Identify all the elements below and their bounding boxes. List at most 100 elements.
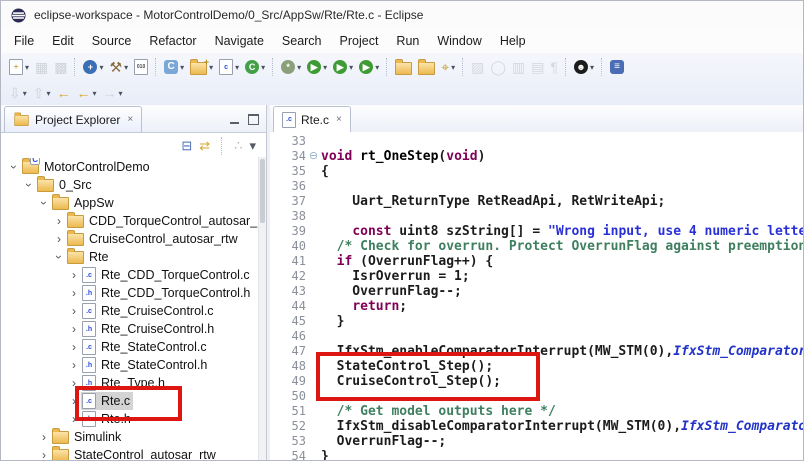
tree-item-simulink[interactable]: ›Simulink: [1, 428, 266, 446]
menu-source[interactable]: Source: [83, 31, 141, 51]
explorer-scrollbar[interactable]: [258, 157, 266, 460]
dropdown-arrow-icon[interactable]: ▾: [209, 63, 213, 72]
menu-project[interactable]: Project: [331, 31, 388, 51]
chevron-collapsed-icon[interactable]: ›: [67, 323, 81, 335]
chevron-collapsed-icon[interactable]: ›: [37, 431, 51, 443]
dropdown-arrow-icon[interactable]: ▾: [124, 63, 128, 72]
code-line-36[interactable]: 36: [270, 179, 803, 194]
code-line-40[interactable]: 40 /* Check for overrun. Protect Overrun…: [270, 239, 803, 254]
code-line-41[interactable]: 41 if (OverrunFlag++) {: [270, 254, 803, 269]
chevron-expanded-icon[interactable]: ›: [23, 178, 35, 192]
tree-item-rte-statecontrol-h[interactable]: ›.hRte_StateControl.h: [1, 356, 266, 374]
tree-item-appsw[interactable]: ›AppSw: [1, 194, 266, 212]
build-hammer-icon[interactable]: ⚒▾: [108, 56, 131, 78]
link-with-editor-icon[interactable]: ⇄: [199, 139, 210, 152]
code-line-53[interactable]: 53 OverrunFlag--;: [270, 434, 803, 449]
code-line-33[interactable]: 33: [270, 134, 803, 149]
tree-item-statecontrol-autosar-rtw[interactable]: ›StateControl_autosar_rtw: [1, 446, 266, 460]
open-folder-icon[interactable]: [416, 56, 437, 78]
menu-help[interactable]: Help: [491, 31, 535, 51]
scrollbar-thumb[interactable]: [260, 159, 265, 223]
menu-file[interactable]: File: [5, 31, 43, 51]
dropdown-arrow-icon[interactable]: ▾: [99, 63, 103, 72]
chevron-collapsed-icon[interactable]: ›: [67, 305, 81, 317]
dropdown-arrow-icon[interactable]: ▾: [375, 63, 379, 72]
tree-item-cruisecontrol-autosar-rtw[interactable]: ›CruiseControl_autosar_rtw: [1, 230, 266, 248]
dropdown-arrow-icon[interactable]: ▾: [235, 63, 239, 72]
chevron-collapsed-icon[interactable]: ›: [67, 377, 81, 389]
code-line-49[interactable]: 49 CruiseControl_Step();: [270, 374, 803, 389]
menu-search[interactable]: Search: [273, 31, 331, 51]
search-flashlight-icon[interactable]: ⌖▾: [439, 56, 457, 78]
chevron-collapsed-icon[interactable]: ›: [67, 269, 81, 281]
close-icon[interactable]: ×: [127, 114, 133, 125]
code-line-54[interactable]: 54}: [270, 449, 803, 460]
dropdown-arrow-icon[interactable]: ▾: [93, 89, 97, 98]
dropdown-arrow-icon[interactable]: ▾: [349, 63, 353, 72]
new-c-file-icon[interactable]: c▾: [217, 56, 241, 78]
tree-item-rte-type-h[interactable]: ›.hRte_Type.h: [1, 374, 266, 392]
run-icon[interactable]: ▶▾: [305, 56, 329, 78]
new-wizard-icon[interactable]: +▾: [7, 56, 31, 78]
dropdown-arrow-icon[interactable]: ▾: [46, 89, 50, 98]
dropdown-arrow-icon[interactable]: ▾: [119, 89, 123, 98]
code-line-38[interactable]: 38: [270, 209, 803, 224]
new-c-project-icon[interactable]: C▾: [162, 56, 186, 78]
tree-item-rte-cdd-torquecontrol-c[interactable]: ›.cRte_CDD_TorqueControl.c: [1, 266, 266, 284]
code-line-50[interactable]: 50: [270, 389, 803, 404]
code-area[interactable]: 3334⊖void rt_OneStep(void)35{3637 Uart_R…: [270, 132, 803, 460]
chevron-expanded-icon[interactable]: ›: [8, 160, 20, 174]
profile-icon[interactable]: ▶▾: [357, 56, 381, 78]
menu-window[interactable]: Window: [428, 31, 490, 51]
new-class-icon[interactable]: C▾: [243, 56, 267, 78]
dropdown-arrow-icon[interactable]: ▾: [590, 63, 594, 72]
code-line-43[interactable]: 43 OverrunFlag--;: [270, 284, 803, 299]
code-line-34[interactable]: 34⊖void rt_OneStep(void): [270, 149, 803, 164]
tree-item-0-src[interactable]: ›0_Src: [1, 176, 266, 194]
minimize-view-icon[interactable]: [230, 115, 239, 124]
menu-navigate[interactable]: Navigate: [206, 31, 273, 51]
view-dropdown-icon[interactable]: ▾: [249, 139, 256, 152]
binary-file-icon[interactable]: 010: [132, 56, 150, 78]
close-icon[interactable]: ×: [336, 114, 342, 125]
debug-icon[interactable]: *▾: [279, 56, 303, 78]
view-menu-icon[interactable]: ∴: [234, 139, 242, 152]
dropdown-arrow-icon[interactable]: ▾: [25, 63, 29, 72]
chevron-collapsed-icon[interactable]: ›: [67, 341, 81, 353]
menu-refactor[interactable]: Refactor: [140, 31, 205, 51]
code-line-35[interactable]: 35{: [270, 164, 803, 179]
code-line-52[interactable]: 52 IfxStm_disableComparatorInterrupt(MW_…: [270, 419, 803, 434]
chevron-collapsed-icon[interactable]: ›: [67, 287, 81, 299]
code-line-48[interactable]: 48 StateControl_Step();: [270, 359, 803, 374]
back-icon[interactable]: ←▾: [75, 82, 99, 104]
menu-run[interactable]: Run: [387, 31, 428, 51]
tree-item-rte-cruisecontrol-c[interactable]: ›.cRte_CruiseControl.c: [1, 302, 266, 320]
code-line-39[interactable]: 39 const uint8 szString[] = "Wrong input…: [270, 224, 803, 239]
code-line-46[interactable]: 46: [270, 329, 803, 344]
tree-item-cdd-torquecontrol-autosar[interactable]: ›CDD_TorqueControl_autosar_: [1, 212, 266, 230]
dropdown-arrow-icon[interactable]: ▾: [297, 63, 301, 72]
last-edit-location-icon[interactable]: ←: [55, 82, 73, 104]
tree-item-rte[interactable]: ›Rte: [1, 248, 266, 266]
chevron-expanded-icon[interactable]: ›: [38, 196, 50, 210]
dropdown-arrow-icon[interactable]: ▾: [23, 89, 27, 98]
chevron-collapsed-icon[interactable]: ›: [52, 233, 66, 245]
code-line-45[interactable]: 45 }: [270, 314, 803, 329]
tree-item-rte-h[interactable]: ›.hRte.h: [1, 410, 266, 428]
tab-project-explorer[interactable]: Project Explorer ×: [4, 106, 142, 132]
chevron-expanded-icon[interactable]: ›: [53, 250, 65, 264]
chevron-collapsed-icon[interactable]: ›: [67, 413, 81, 425]
tree-item-rte-statecontrol-c[interactable]: ›.cRte_StateControl.c: [1, 338, 266, 356]
code-line-37[interactable]: 37 Uart_ReturnType RetReadApi, RetWriteA…: [270, 194, 803, 209]
open-project-folder-icon[interactable]: [393, 56, 414, 78]
user-account-icon[interactable]: ☻▾: [572, 56, 596, 78]
new-c-folder-icon[interactable]: +▾: [188, 56, 215, 78]
chevron-collapsed-icon[interactable]: ›: [52, 215, 66, 227]
terminal-console-icon[interactable]: ≡: [608, 56, 626, 78]
fold-collapse-icon[interactable]: ⊖: [306, 149, 321, 164]
compass-launch-icon[interactable]: +▾: [81, 56, 105, 78]
dropdown-arrow-icon[interactable]: ▾: [323, 63, 327, 72]
menu-edit[interactable]: Edit: [43, 31, 83, 51]
tree-item-rte-cdd-torquecontrol-h[interactable]: ›.hRte_CDD_TorqueControl.h: [1, 284, 266, 302]
maximize-view-icon[interactable]: [248, 114, 259, 125]
